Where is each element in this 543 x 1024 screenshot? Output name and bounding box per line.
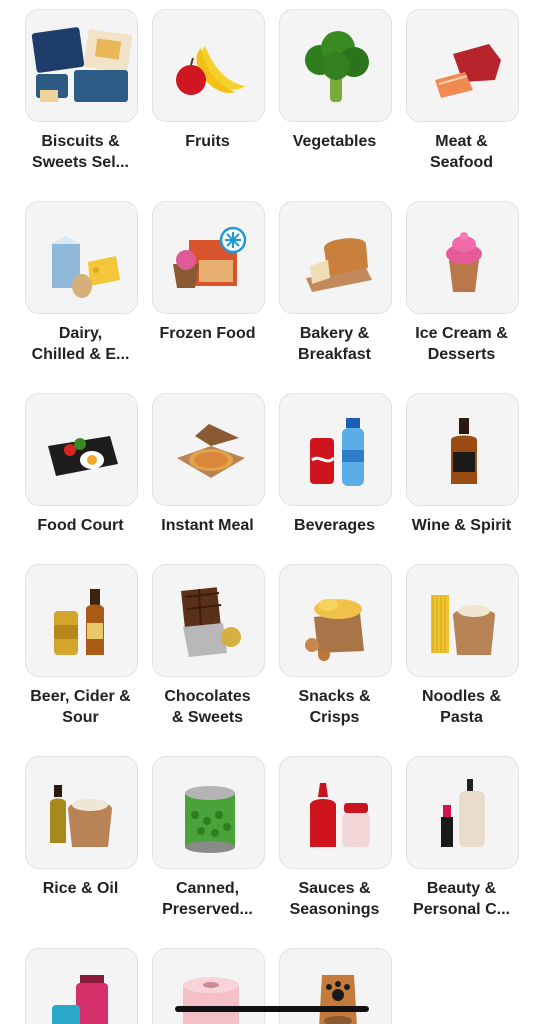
category-card[interactable]: [279, 393, 392, 506]
category-label: Biscuits & Sweets Sel...: [32, 133, 129, 171]
category-label: Rice & Oil: [42, 880, 119, 897]
category-label: Food Court: [37, 517, 124, 534]
category-card[interactable]: [25, 393, 138, 506]
beauty-icon: [441, 779, 485, 847]
category-card[interactable]: [152, 756, 265, 869]
category-label: Beer, Cider & Sour: [30, 688, 131, 726]
category-card[interactable]: [25, 201, 138, 314]
category-card[interactable]: [25, 756, 138, 869]
beer-icon: [54, 589, 104, 655]
category-label: Vegetables: [292, 133, 377, 150]
frozen-food-icon: [173, 226, 247, 288]
whisky-bottle-icon: [451, 418, 477, 484]
pet-food-icon: [319, 975, 357, 1024]
category-label: Dairy, Chilled & E...: [31, 325, 130, 363]
category-card[interactable]: [152, 201, 265, 314]
supplements-icon: [52, 975, 108, 1024]
soda-water-icon: [310, 418, 364, 486]
category-card[interactable]: [406, 756, 519, 869]
category-label: Ice Cream & Desserts: [415, 325, 508, 363]
category-card[interactable]: [279, 201, 392, 314]
chocolate-icon: [181, 587, 241, 657]
category-label: Bakery & Breakfast: [298, 325, 371, 363]
category-card[interactable]: [152, 9, 265, 122]
category-card[interactable]: [406, 393, 519, 506]
pasta-icon: [431, 595, 495, 655]
category-label: Instant Meal: [161, 517, 254, 534]
category-card[interactable]: [279, 948, 392, 1024]
sauce-bottle-icon: [310, 783, 370, 847]
category-label: Chocolates & Sweets: [164, 688, 251, 726]
dairy-icon: [52, 236, 120, 298]
category-label: Snacks & Crisps: [298, 688, 371, 726]
meal-box-icon: [48, 436, 118, 476]
category-card[interactable]: [406, 564, 519, 677]
category-card[interactable]: [406, 201, 519, 314]
category-card[interactable]: [279, 564, 392, 677]
category-label: Fruits: [185, 133, 230, 150]
canned-peas-icon: [185, 786, 235, 853]
category-label: Canned, Preserved...: [162, 880, 253, 918]
category-label: Sauces & Seasonings: [289, 880, 380, 918]
category-card[interactable]: [152, 948, 265, 1024]
category-card[interactable]: [152, 564, 265, 677]
meat-fish-icon: [435, 44, 501, 98]
rice-oil-icon: [50, 785, 112, 847]
category-label: Beauty & Personal C...: [413, 880, 510, 918]
category-grid-page: Biscuits & Sweets Sel... Fruits Vegetabl…: [0, 0, 543, 1024]
pizza-box-icon: [177, 424, 245, 478]
category-card[interactable]: [152, 393, 265, 506]
broccoli-icon: [305, 31, 369, 102]
fruit-icon: [176, 46, 245, 95]
tissue-roll-icon: [183, 977, 239, 1024]
category-label: Frozen Food: [159, 325, 256, 342]
category-label: Meat & Seafood: [429, 133, 494, 171]
home-indicator[interactable]: [175, 1006, 369, 1012]
category-label: Noodles & Pasta: [421, 688, 502, 726]
category-card[interactable]: [25, 9, 138, 122]
bread-icon: [306, 238, 372, 292]
biscuit-gift-box-icon: [31, 27, 133, 102]
chips-icon: [305, 599, 364, 661]
category-card[interactable]: [279, 756, 392, 869]
category-card[interactable]: [279, 9, 392, 122]
category-label: Wine & Spirit: [411, 517, 512, 534]
category-card[interactable]: [406, 9, 519, 122]
ice-cream-icon: [446, 232, 482, 292]
category-card[interactable]: [25, 564, 138, 677]
category-label: Beverages: [294, 517, 375, 534]
category-card[interactable]: [25, 948, 138, 1024]
